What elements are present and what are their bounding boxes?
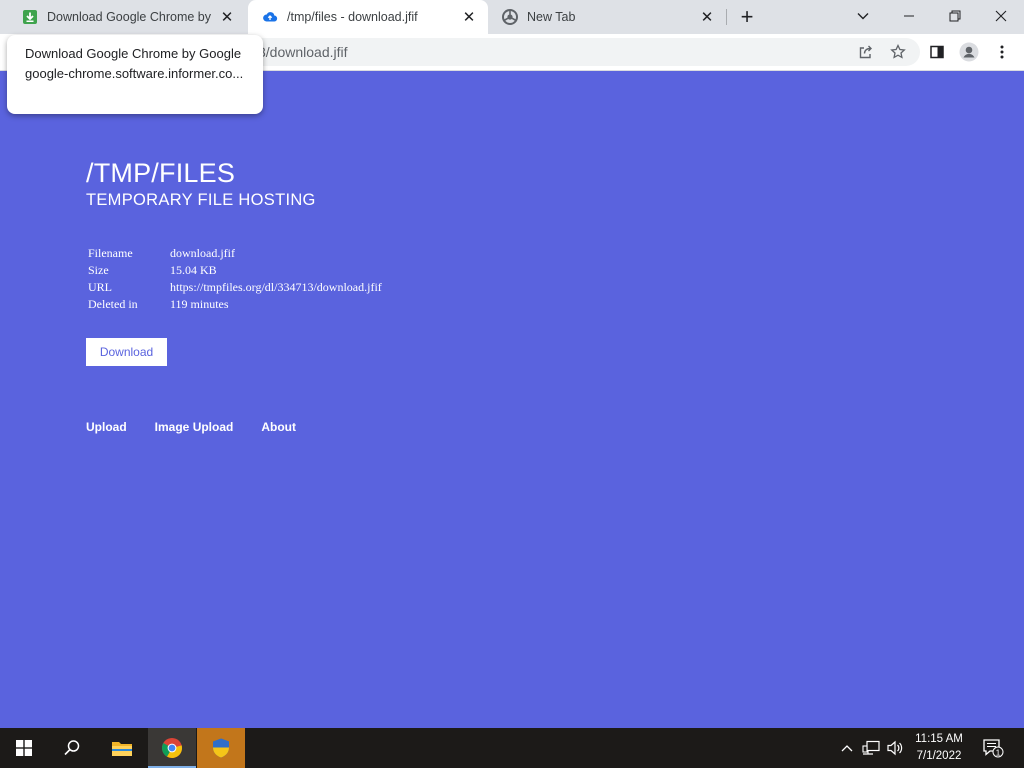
side-panel-icon[interactable] (926, 41, 948, 63)
share-icon[interactable] (855, 41, 877, 63)
clock-time: 11:15 AM (915, 733, 963, 745)
file-explorer-icon[interactable] (98, 728, 146, 768)
tooltip-url: google-chrome.software.informer.co... (25, 66, 244, 81)
file-info-value: download.jfif (170, 246, 235, 260)
file-info-value: 15.04 KB (170, 263, 217, 277)
address-bar-url[interactable]: 3/download.jfif (258, 44, 348, 60)
footer-nav: Upload Image Upload About (86, 420, 324, 434)
file-info-row: URL https://tmpfiles.org/dl/334713/downl… (88, 279, 382, 296)
bookmark-star-icon[interactable] (887, 41, 909, 63)
file-info-table: Filename download.jfif Size 15.04 KB URL… (88, 245, 382, 313)
restore-icon[interactable] (932, 0, 978, 32)
file-info-label: Filename (88, 246, 133, 260)
windows-taskbar: 11:15 AM 7/1/2022 1 (0, 728, 1024, 768)
close-tab-icon[interactable]: ✕ (460, 8, 478, 26)
file-info-row: Deleted in 119 minutes (88, 296, 382, 313)
show-hidden-icons-chevron-icon[interactable] (838, 728, 856, 768)
page-content: /TMP/FILES TEMPORARY FILE HOSTING Filena… (0, 71, 1024, 728)
profile-avatar-icon[interactable] (958, 41, 980, 63)
chrome-taskbar-icon[interactable] (148, 728, 196, 768)
volume-icon[interactable] (884, 728, 906, 768)
tab-tmp-files[interactable]: /tmp/files - download.jfif ✕ (248, 0, 488, 34)
network-icon[interactable] (860, 728, 882, 768)
download-arrow-icon (22, 9, 38, 25)
download-button[interactable]: Download (86, 338, 167, 366)
notification-count: 1 (996, 747, 1001, 757)
file-info-label: Deleted in (88, 297, 138, 311)
nav-link-upload[interactable]: Upload (86, 420, 127, 434)
notification-center-icon[interactable]: 1 (980, 728, 1006, 768)
tab-title: /tmp/files - download.jfif (287, 10, 418, 24)
tab-search-chevron-icon[interactable] (840, 0, 886, 32)
taskbar-clock[interactable]: 11:15 AM 7/1/2022 (906, 731, 972, 765)
tab-title: New Tab (527, 10, 576, 24)
uac-shield-icon[interactable] (197, 728, 245, 768)
start-windows-icon[interactable] (0, 728, 48, 768)
tab-title: Download Google Chrome by Google (47, 10, 212, 24)
tab-strip: Download Google Chrome by Google ✕ /tmp/… (0, 0, 1024, 34)
clock-date: 7/1/2022 (916, 750, 962, 762)
close-tab-icon[interactable]: ✕ (218, 8, 236, 26)
file-info-value: 119 minutes (170, 297, 229, 311)
cloud-upload-icon (262, 9, 278, 25)
page-title: /TMP/FILES (86, 158, 236, 188)
new-tab-button[interactable]: + (734, 4, 760, 30)
page-subtitle: TEMPORARY FILE HOSTING (86, 191, 316, 209)
tooltip-title: Download Google Chrome by Google (25, 46, 242, 61)
file-info-row: Filename download.jfif (88, 245, 382, 262)
tab-separator (726, 9, 727, 25)
file-info-label: URL (88, 280, 112, 294)
tab-download-chrome[interactable]: Download Google Chrome by Google ✕ (8, 0, 246, 34)
window-close-icon[interactable] (978, 0, 1024, 32)
tab-new-tab[interactable]: New Tab ✕ (488, 0, 726, 34)
minimize-icon[interactable] (886, 0, 932, 32)
tab-hover-tooltip: Download Google Chrome by Google google-… (7, 35, 263, 114)
file-url-link[interactable]: https://tmpfiles.org/dl/334713/download.… (170, 279, 382, 296)
more-menu-icon[interactable] (991, 41, 1013, 63)
file-info-label: Size (88, 263, 109, 277)
nav-link-about[interactable]: About (261, 420, 296, 434)
search-icon[interactable] (48, 728, 96, 768)
chrome-icon (502, 9, 518, 25)
nav-link-image-upload[interactable]: Image Upload (155, 420, 234, 434)
file-info-row: Size 15.04 KB (88, 262, 382, 279)
close-tab-icon[interactable]: ✕ (698, 8, 716, 26)
